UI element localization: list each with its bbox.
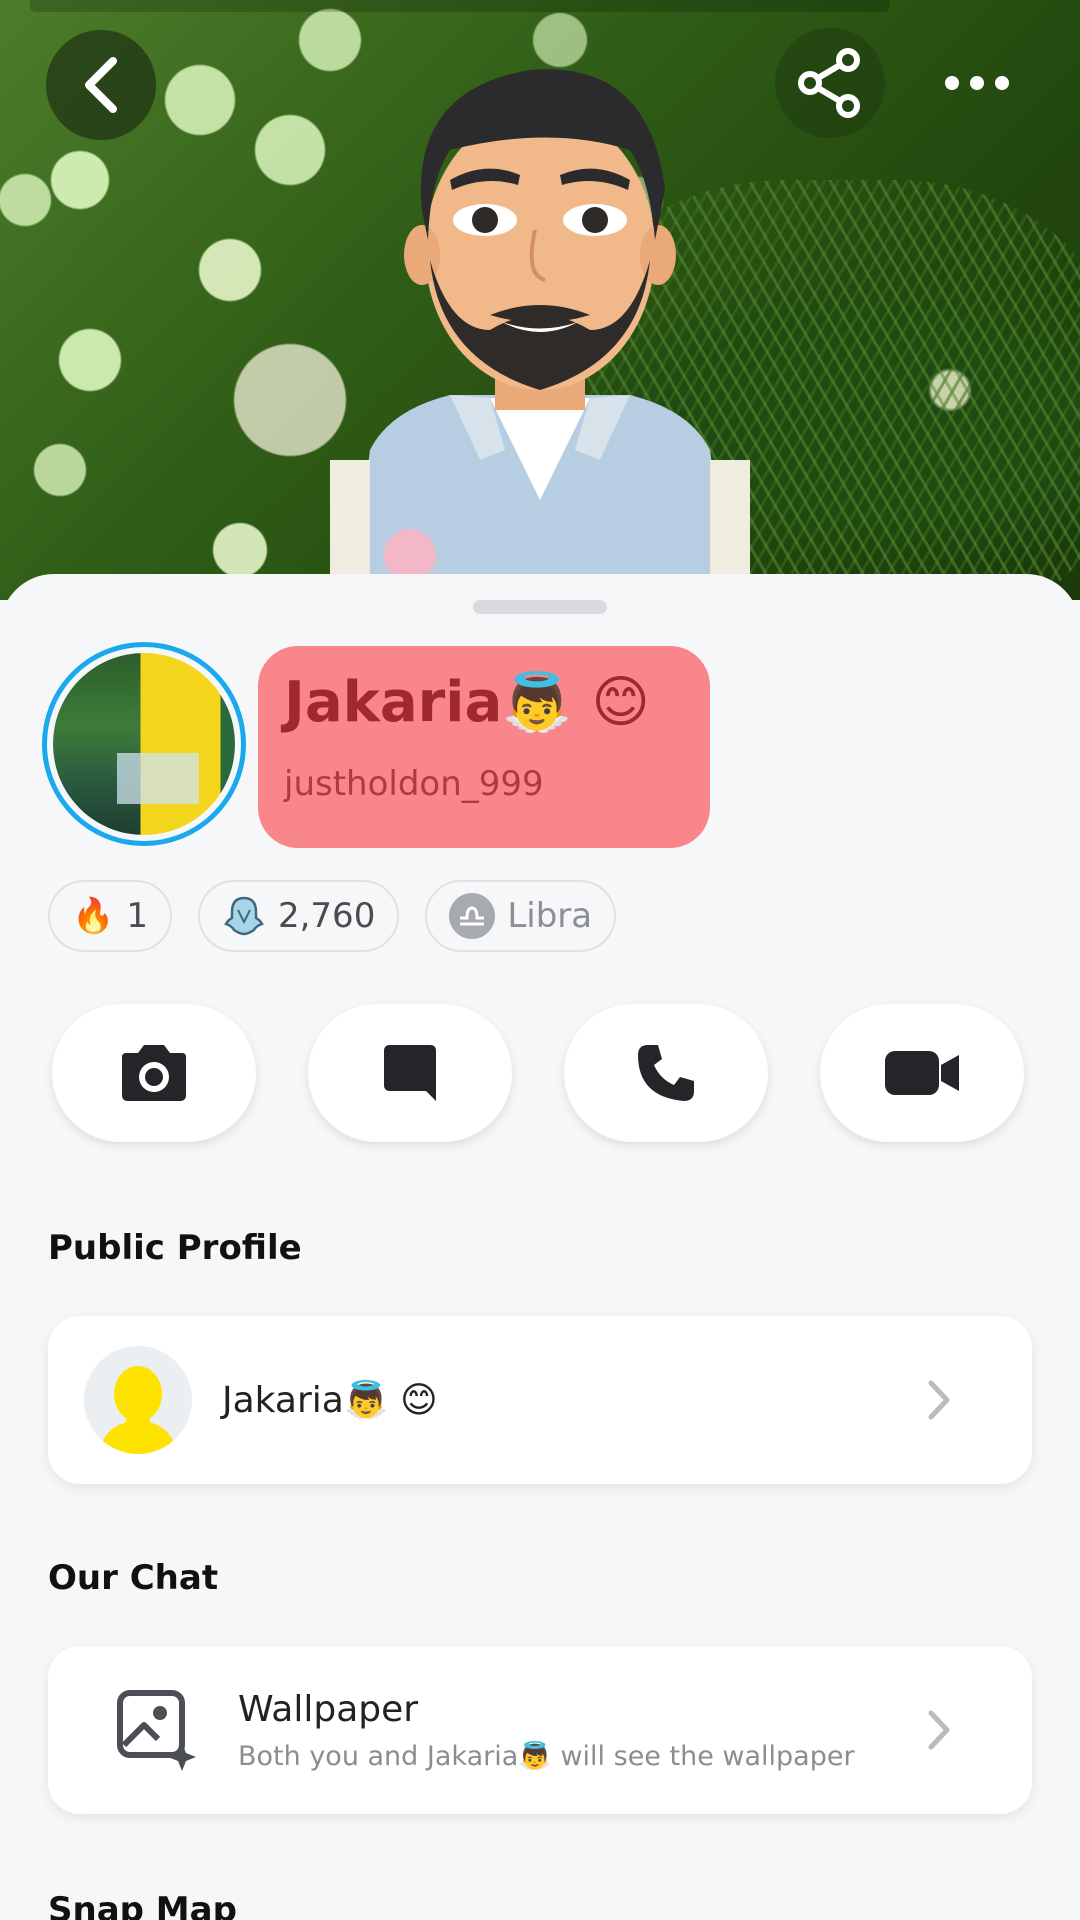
action-buttons <box>52 1004 1024 1142</box>
fire-icon: 🔥 <box>72 896 115 936</box>
sheet-drag-handle[interactable] <box>473 600 607 614</box>
share-icon <box>798 48 860 118</box>
chat-bubble-icon <box>384 1045 436 1101</box>
our-chat-title: Our Chat <box>48 1558 219 1598</box>
snap-score-pill[interactable]: 2,760 <box>197 880 400 952</box>
username: justholdon_999 <box>284 763 544 804</box>
zodiac-pill[interactable]: Libra <box>425 880 617 952</box>
more-horizontal-icon <box>945 76 1009 90</box>
chevron-right-icon <box>928 1380 950 1420</box>
snap-score-icon <box>224 896 264 936</box>
profile-sheet: Jakaria👼 😊 justholdon_999 🔥 1 2,760 Libr… <box>0 574 1080 1920</box>
public-profile-name: Jakaria👼 😊 <box>222 1380 438 1421</box>
public-profile-card[interactable]: Jakaria👼 😊 <box>48 1316 1032 1484</box>
libra-icon <box>449 893 496 939</box>
bitmoji-avatar <box>330 69 750 600</box>
profile-pills: 🔥 1 2,760 Libra <box>48 880 617 952</box>
display-name: Jakaria👼 😊 <box>284 670 650 735</box>
wallpaper-card[interactable]: Wallpaper Both you and Jakaria👼 will see… <box>48 1646 1032 1814</box>
chevron-right-icon <box>928 1710 950 1750</box>
back-button[interactable] <box>46 30 156 140</box>
streak-pill[interactable]: 🔥 1 <box>48 880 172 952</box>
public-profile-title: Public Profile <box>48 1228 302 1268</box>
chat-button[interactable] <box>308 1004 512 1142</box>
snap-map-title: Snap Map <box>48 1890 237 1920</box>
more-options-button[interactable] <box>922 28 1032 138</box>
wallpaper-text: Wallpaper Both you and Jakaria👼 will see… <box>238 1689 926 1772</box>
call-button[interactable] <box>564 1004 768 1142</box>
camera-icon <box>122 1045 186 1101</box>
share-button[interactable] <box>775 28 885 138</box>
profile-header-background <box>0 0 1080 600</box>
streak-count: 1 <box>126 896 148 936</box>
video-call-button[interactable] <box>820 1004 1024 1142</box>
snap-score-value: 2,760 <box>277 896 376 936</box>
wallpaper-subtitle: Both you and Jakaria👼 will see the wallp… <box>238 1740 855 1772</box>
ghost-avatar-icon <box>84 1346 192 1454</box>
wallpaper-icon <box>117 1690 196 1771</box>
name-card: Jakaria👼 😊 justholdon_999 <box>258 646 710 848</box>
wallpaper-title: Wallpaper <box>238 1688 419 1730</box>
chevron-left-icon <box>85 57 117 113</box>
video-camera-icon <box>885 1051 959 1095</box>
camera-button[interactable] <box>52 1004 256 1142</box>
status-bar <box>30 0 890 12</box>
phone-icon <box>638 1045 694 1101</box>
avatar-image <box>53 653 235 835</box>
story-avatar[interactable] <box>42 642 246 846</box>
zodiac-label: Libra <box>507 896 593 936</box>
